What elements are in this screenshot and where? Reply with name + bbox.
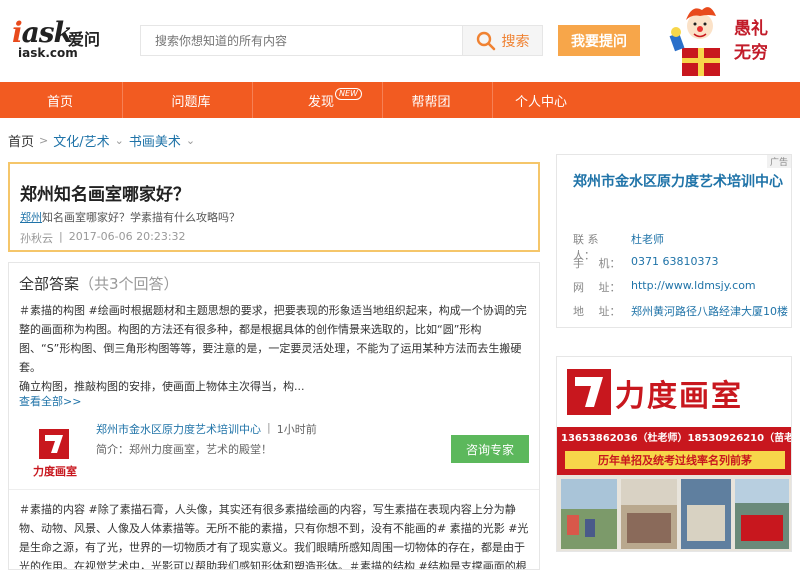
breadcrumb: 首页 > 文化/艺术 ⌄ 书画美术 ⌄ [8,131,195,150]
org-info-card: 广告 郑州市金水区原力度艺术培训中心 联 系 人： 杜老师 手 机： 0371 … [556,154,792,328]
org-row-label: 网 址： [573,281,621,294]
advertiser-divider: | [267,421,271,434]
search-input[interactable] [141,26,462,55]
banner-brand: 力度画室 [615,379,743,414]
answer-text-second: ＃素描的内容 #除了素描石膏，人头像，其实还有很多素描绘画的内容，写生素描在表现… [19,503,529,570]
header: iask 爱问 iask.com 搜索 我要提问 愚礼 无穷 [0,0,800,82]
banner-phone: 13653862036（杜老师）18530926210（苗老师） [561,433,792,444]
question-meta: 孙秋云 | 2017-06-06 20:23:32 [20,230,186,246]
org-title[interactable]: 郑州市金水区原力度艺术培训中心 [573,172,783,192]
breadcrumb-painting[interactable]: 书画美术 [129,131,181,150]
org-website-link[interactable]: http://www.ldmsjy.com [631,279,756,295]
promo-banner[interactable]: 愚礼 无穷 [668,4,786,78]
search-button[interactable]: 搜索 [463,25,543,56]
chevron-down-icon[interactable]: ⌄ [186,134,195,147]
ad-tag: 广告 [766,155,791,168]
search-button-label: 搜索 [501,33,530,50]
logo-wordmark: iask [12,16,73,49]
breadcrumb-home[interactable]: 首页 [8,131,34,150]
answers-panel: 全部答案（共3个回答） ＃素描的构图 #绘画时根据题材和主题思想的要求，把要表现… [8,262,540,570]
promo-line-1: 愚礼 [734,19,768,39]
nav-item-home[interactable]: 首页 [0,82,120,118]
org-phone-value: 0371 63810373 [631,255,719,268]
org-row-label: 手 机： [573,257,621,270]
studio-banner-ad[interactable]: 广告 力度画室 13653862036（杜老师）18530926210（苗老师）… [556,356,792,552]
banner-header: 力度画室 [557,357,791,427]
question-time: 2017-06-06 20:23:32 [68,230,186,243]
nav-divider [252,82,253,118]
lidu-studio-logo[interactable]: 力度画室 [29,427,81,481]
org-phone-row: 手 机： 0371 63810373 [573,255,718,271]
search-icon [476,31,495,50]
breadcrumb-separator: > [39,134,49,147]
answer-divider [9,489,539,490]
question-description-text: 知名画室哪家好？学素描有什么攻略吗？ [42,211,240,224]
main-nav: 首页 问题库 发现 NEW 帮帮团 个人中心 [0,82,800,118]
answers-heading: 全部答案（共3个回答） [19,273,179,294]
question-card: 郑州知名画室哪家好？ 郑州知名画室哪家好？学素描有什么攻略吗？ 孙秋云 | 20… [8,162,540,252]
question-title: 郑州知名画室哪家好？ [20,185,190,205]
org-address-row: 地 址： 郑州黄河路径八路经津大厦10楼 [573,303,788,319]
banner-slogan: 历年单招及统考过线率名列前茅 [565,451,785,469]
org-row-label: 地 址： [573,305,621,318]
advertiser-brief: 简介：郑州力度画室，艺术的殿堂！ [96,443,272,456]
search-box [140,25,463,56]
advertiser-time: 1小时前 [276,423,317,436]
promo-line-2: 无穷 [734,43,768,63]
answer-text: ＃素描的构图 #绘画时根据题材和主题思想的要求，把要表现的形象适当地组织起来，构… [19,304,527,393]
banner-photo-strip [557,475,791,551]
nav-item-personal-center[interactable]: 个人中心 [481,82,601,118]
new-badge: NEW [335,88,362,100]
nav-divider [122,82,123,118]
org-address-value: 郑州黄河路径八路经津大厦10楼 [631,305,788,318]
breadcrumb-culture-art[interactable]: 文化/艺术 [53,131,109,150]
logo-url: iask.com [18,46,78,60]
advertiser-name[interactable]: 郑州市金水区原力度艺术培训中心 [96,421,261,437]
answers-count: （共3个回答） [79,275,179,293]
view-all-link[interactable]: 查看全部>> [19,393,81,409]
nav-item-question-library[interactable]: 问题库 [131,82,251,118]
chevron-down-icon[interactable]: ⌄ [115,134,124,147]
iask-logo[interactable]: iask 爱问 iask.com [12,16,112,62]
org-website-row: 网 址： http://www.ldmsjy.com [573,279,756,295]
studio-logo-icon [567,369,611,415]
consult-expert-button[interactable]: 咨询专家 [451,435,529,463]
clown-gift-icon [669,7,720,76]
nav-item-help-team[interactable]: 帮帮团 [371,82,491,118]
advertiser-line: 郑州市金水区原力度艺术培训中心 | 1小时前 [96,421,317,437]
logo-caption: 力度画室 [33,464,77,478]
ask-question-button[interactable]: 我要提问 [558,25,640,56]
nav-item-discover[interactable]: 发现 [261,82,381,118]
meta-divider: | [59,230,63,243]
answers-heading-label: 全部答案 [19,275,80,293]
question-author[interactable]: 孙秋云 [20,230,53,246]
question-keyword-link[interactable]: 郑州 [20,211,42,224]
question-description: 郑州知名画室哪家好？学素描有什么攻略吗？ [20,209,240,225]
